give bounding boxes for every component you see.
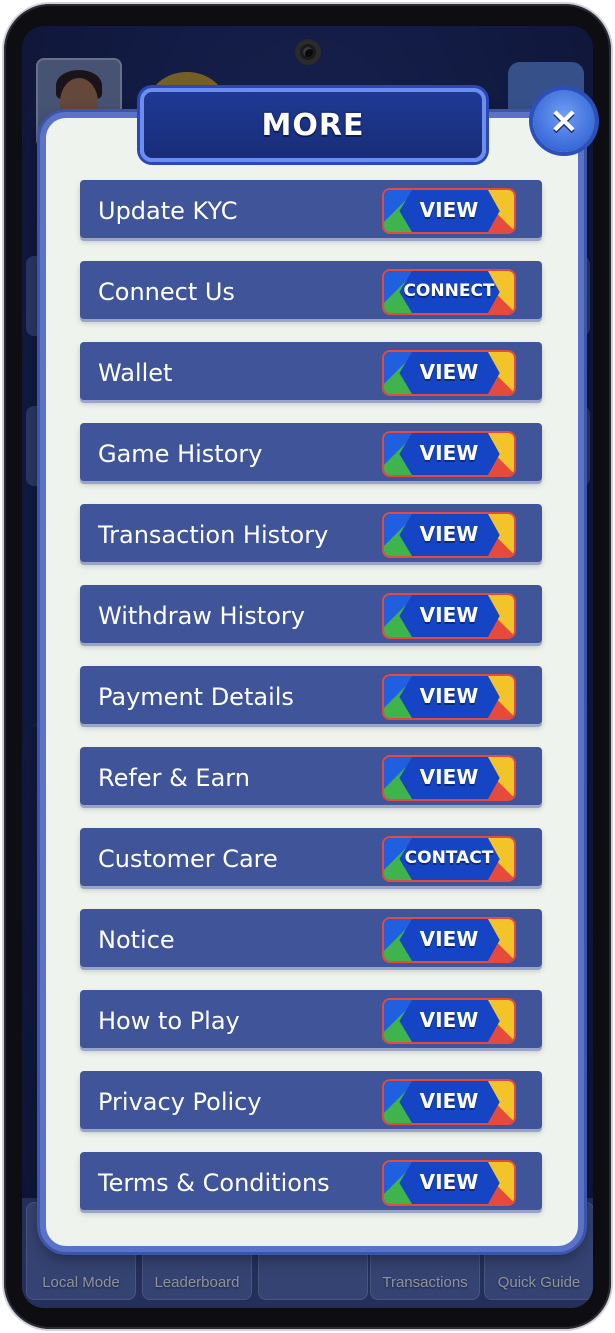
button-label: VIEW <box>419 1170 479 1194</box>
menu-row-update-kyc[interactable]: Update KYC VIEW <box>80 180 542 238</box>
button-label: VIEW <box>419 927 479 951</box>
view-button[interactable]: VIEW <box>382 1160 516 1206</box>
menu-row-label: Refer & Earn <box>98 764 250 792</box>
menu-row-label: Withdraw History <box>98 602 305 630</box>
menu-row-privacy-policy[interactable]: Privacy Policy VIEW <box>80 1071 542 1129</box>
modal-title: MORE <box>261 107 365 143</box>
button-label: VIEW <box>419 603 479 627</box>
menu-row-label: How to Play <box>98 1007 240 1035</box>
more-modal: Update KYC VIEW Connect Us CONNECT Walle… <box>40 112 584 1252</box>
menu-row-transaction-history[interactable]: Transaction History VIEW <box>80 504 542 562</box>
menu-row-label: Game History <box>98 440 263 468</box>
view-button[interactable]: VIEW <box>382 431 516 477</box>
menu-row-label: Privacy Policy <box>98 1088 262 1116</box>
view-button[interactable]: VIEW <box>382 998 516 1044</box>
menu-row-game-history[interactable]: Game History VIEW <box>80 423 542 481</box>
menu-row-label: Wallet <box>98 359 173 387</box>
view-button[interactable]: VIEW <box>382 593 516 639</box>
button-label: VIEW <box>419 360 479 384</box>
view-button[interactable]: VIEW <box>382 512 516 558</box>
button-label: VIEW <box>419 1089 479 1113</box>
modal-title-tab: MORE <box>140 88 486 162</box>
menu-row-payment-details[interactable]: Payment Details VIEW <box>80 666 542 724</box>
menu-row-label: Terms & Conditions <box>98 1169 330 1197</box>
menu-row-notice[interactable]: Notice VIEW <box>80 909 542 967</box>
menu-row-label: Customer Care <box>98 845 278 873</box>
menu-row-wallet[interactable]: Wallet VIEW <box>80 342 542 400</box>
button-label: VIEW <box>419 522 479 546</box>
menu-row-how-to-play[interactable]: How to Play VIEW <box>80 990 542 1048</box>
button-label: VIEW <box>419 765 479 789</box>
menu-row-label: Notice <box>98 926 175 954</box>
button-label: CONTACT <box>404 848 494 868</box>
menu-row-label: Transaction History <box>98 521 329 549</box>
menu-row-label: Connect Us <box>98 278 235 306</box>
menu-row-terms-conditions[interactable]: Terms & Conditions VIEW <box>80 1152 542 1210</box>
close-icon: × <box>548 100 580 141</box>
menu-row-customer-care[interactable]: Customer Care CONTACT <box>80 828 542 886</box>
button-label: VIEW <box>419 198 479 222</box>
view-button[interactable]: VIEW <box>382 917 516 963</box>
menu-row-withdraw-history[interactable]: Withdraw History VIEW <box>80 585 542 643</box>
contact-button[interactable]: CONTACT <box>382 836 516 882</box>
menu-row-label: Payment Details <box>98 683 294 711</box>
menu-row-refer-earn[interactable]: Refer & Earn VIEW <box>80 747 542 805</box>
menu-row-label: Update KYC <box>98 197 238 225</box>
view-button[interactable]: VIEW <box>382 674 516 720</box>
button-label: VIEW <box>419 1008 479 1032</box>
connect-button[interactable]: CONNECT <box>382 269 516 315</box>
front-camera <box>295 39 321 65</box>
button-label: VIEW <box>419 441 479 465</box>
view-button[interactable]: VIEW <box>382 1079 516 1125</box>
menu-row-connect-us[interactable]: Connect Us CONNECT <box>80 261 542 319</box>
view-button[interactable]: VIEW <box>382 350 516 396</box>
close-button[interactable]: × <box>533 90 595 152</box>
view-button[interactable]: VIEW <box>382 188 516 234</box>
button-label: VIEW <box>419 684 479 708</box>
button-label: CONNECT <box>403 281 495 301</box>
view-button[interactable]: VIEW <box>382 755 516 801</box>
